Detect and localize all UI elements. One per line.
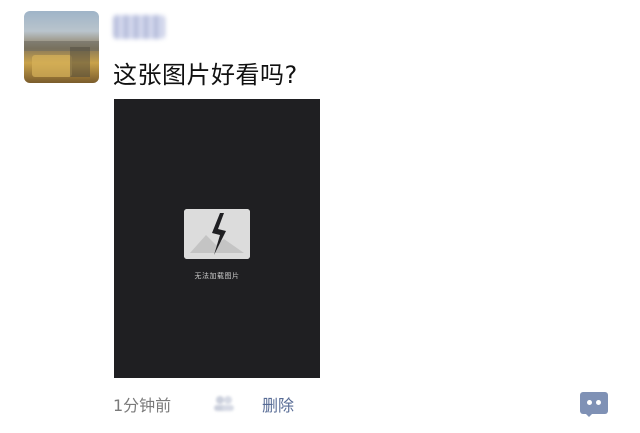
avatar-detail	[70, 47, 90, 77]
post-image[interactable]: 无法加载图片	[114, 99, 320, 378]
post-text: 这张图片好看吗?	[113, 61, 298, 89]
author-name[interactable]	[113, 15, 165, 39]
avatar-detail	[32, 55, 72, 77]
comment-dot	[596, 400, 601, 405]
comment-tail	[584, 412, 594, 417]
comment-icon[interactable]	[580, 392, 608, 417]
load-failed-text: 无法加载图片	[194, 272, 240, 280]
delete-link[interactable]: 删除	[262, 392, 294, 416]
privacy-icon[interactable]	[213, 394, 235, 412]
broken-image-icon	[184, 209, 250, 259]
avatar[interactable]	[24, 11, 99, 83]
comment-dot	[587, 400, 592, 405]
timestamp: 1分钟前	[113, 396, 172, 415]
